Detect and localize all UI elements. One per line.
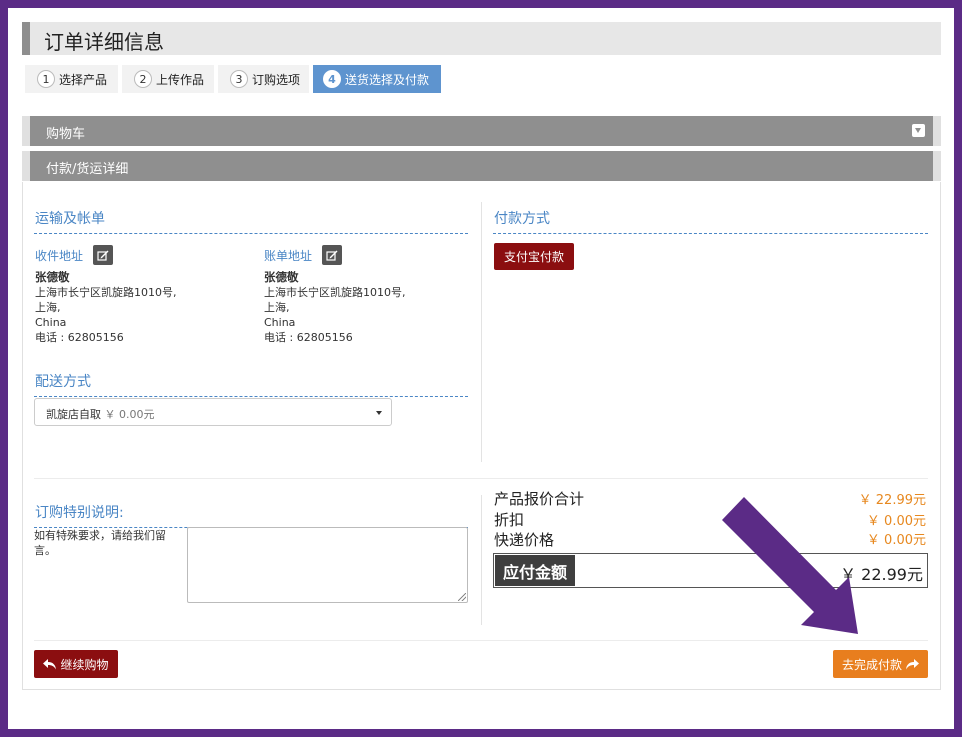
step-label: 送货选择及付款 <box>345 72 430 87</box>
forward-arrow-icon <box>906 658 919 669</box>
billing-address: 张德敬 上海市长宁区凯旋路1010号, 上海, China 电话 : 62805… <box>264 270 406 345</box>
chevron-down-icon[interactable] <box>912 124 925 137</box>
step-select-product[interactable]: 1 选择产品 <box>25 65 118 93</box>
notes-hint: 如有特殊要求，请给我们留言。 <box>34 529 166 557</box>
complete-payment-label: 去完成付款 <box>841 657 902 672</box>
billing-line1: 上海市长宁区凯旋路1010号, <box>264 286 406 299</box>
edit-billing-address-button[interactable] <box>322 245 342 265</box>
shipping-fee-label: 快递价格 <box>494 531 555 549</box>
step-upload-work[interactable]: 2 上传作品 <box>122 65 214 93</box>
delivery-method-price: ￥ 0.00元 <box>104 408 155 421</box>
total-value: ￥ 22.99元 <box>840 565 923 584</box>
delivery-method-value: 凯旋店自取 ￥ 0.00元 <box>46 406 155 422</box>
page-frame: 订单详细信息 1 选择产品 2 上传作品 3 订购选项 4 送货选择及付款 购物… <box>8 8 954 729</box>
shipping-phone: 电话 : 62805156 <box>35 331 124 344</box>
notes-title: 订购特别说明: <box>35 505 124 521</box>
step-delivery-payment[interactable]: 4 送货选择及付款 <box>313 65 441 93</box>
step-number: 2 <box>134 70 152 88</box>
column-divider <box>481 495 482 625</box>
subtotal-label: 产品报价合计 <box>494 490 585 508</box>
shipping-address: 张德敬 上海市长宁区凯旋路1010号, 上海, China 电话 : 62805… <box>35 270 177 345</box>
notes-textarea[interactable] <box>187 527 468 603</box>
billing-country: China <box>264 316 296 329</box>
delivery-method-select[interactable]: 凯旋店自取 ￥ 0.00元 <box>34 398 392 426</box>
discount-value: ￥ 0.00元 <box>866 514 926 529</box>
step-label: 选择产品 <box>59 72 108 87</box>
caret-down-icon <box>376 411 382 415</box>
cart-panel-header[interactable]: 购物车 <box>22 116 941 146</box>
discount-label: 折扣 <box>494 511 525 529</box>
step-label: 订购选项 <box>252 72 301 87</box>
step-number: 4 <box>323 70 341 88</box>
subtotal-value: ￥ 22.99元 <box>858 493 926 508</box>
shipping-country: China <box>35 316 67 329</box>
delivery-method-name: 凯旋店自取 <box>46 408 101 421</box>
edit-shipping-address-button[interactable] <box>93 245 113 265</box>
divider <box>34 233 468 234</box>
step-order-options[interactable]: 3 订购选项 <box>218 65 309 93</box>
shipping-line2: 上海, <box>35 301 61 314</box>
billing-line2: 上海, <box>264 301 290 314</box>
shipping-name: 张德敬 <box>35 270 70 284</box>
divider <box>34 396 468 397</box>
billing-phone: 电话 : 62805156 <box>264 331 353 344</box>
divider <box>493 233 928 234</box>
continue-shopping-label: 继续购物 <box>60 657 109 672</box>
delivery-title: 配送方式 <box>35 374 91 390</box>
reply-arrow-icon <box>43 658 57 669</box>
section-divider <box>34 640 928 641</box>
page-title-bar: 订单详细信息 <box>22 22 941 55</box>
total-label: 应付金额 <box>495 555 575 586</box>
step-label: 上传作品 <box>156 72 205 87</box>
resize-grip-icon[interactable] <box>458 593 466 601</box>
complete-payment-button[interactable]: 去完成付款 <box>833 650 928 678</box>
continue-shopping-button[interactable]: 继续购物 <box>34 650 118 678</box>
shipping-address-label: 收件地址 <box>35 249 84 263</box>
payment-title: 付款方式 <box>494 211 550 227</box>
step-number: 3 <box>230 70 248 88</box>
details-panel-header[interactable]: 付款/货运详细 <box>22 151 941 181</box>
section-divider <box>34 478 928 479</box>
shipping-billing-title: 运输及帐单 <box>35 211 105 227</box>
step-number: 1 <box>37 70 55 88</box>
page-title: 订单详细信息 <box>44 30 164 54</box>
details-panel-body: 运输及帐单 收件地址 张德敬 上海市长宁区凯旋路1010号, 上海, China… <box>22 182 941 690</box>
billing-address-label: 账单地址 <box>264 249 313 263</box>
details-panel-title: 付款/货运详细 <box>46 162 129 177</box>
cart-panel-title: 购物车 <box>46 127 86 142</box>
edit-icon <box>326 250 338 261</box>
column-divider <box>481 202 482 462</box>
alipay-button[interactable]: 支付宝付款 <box>494 243 574 270</box>
total-box: 应付金额 ￥ 22.99元 <box>493 553 928 588</box>
billing-name: 张德敬 <box>264 270 299 284</box>
shipping-fee-value: ￥ 0.00元 <box>866 533 926 548</box>
edit-icon <box>97 250 109 261</box>
shipping-line1: 上海市长宁区凯旋路1010号, <box>35 286 177 299</box>
